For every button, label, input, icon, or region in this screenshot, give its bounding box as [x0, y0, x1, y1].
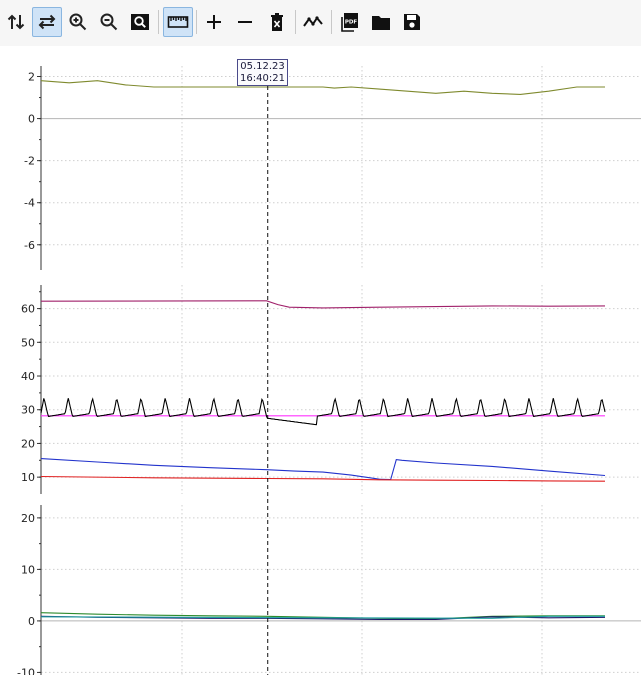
toolbar-separator [196, 10, 197, 34]
line-graph-icon [303, 16, 323, 27]
cursor-date: 05.12.23 [240, 61, 285, 72]
zoom-fit-button[interactable] [125, 7, 155, 37]
zoom-out-icon [100, 13, 118, 31]
toolbar-separator [295, 10, 296, 34]
y-tick-label: -4 [24, 197, 35, 210]
series-line-1-0 [40, 300, 606, 309]
y-tick-label: 30 [21, 404, 35, 417]
plus-icon [207, 15, 221, 29]
minus-icon [238, 21, 252, 23]
delete-icon [271, 13, 283, 31]
y-tick-label: -10 [17, 666, 35, 675]
chart-svg[interactable]: 20-2-4-660504030201020100-10 [0, 46, 641, 675]
toolbar: PDF [0, 0, 641, 46]
series-line-1-2 [40, 397, 606, 426]
plot-area[interactable]: 2 0 -2 -4 -6 60 50 40 30 20 10 20 10 0 -10 [0, 46, 641, 675]
y-tick-label: 40 [21, 370, 35, 383]
y-tick-label: -6 [24, 239, 35, 252]
folder-button[interactable] [366, 7, 396, 37]
vertical-arrows-icon [7, 14, 25, 30]
cursor-time: 16:40:21 [240, 73, 285, 84]
y-tick-label: 0 [28, 113, 35, 126]
y-tick-label: 20 [21, 512, 35, 525]
ruler-button[interactable] [163, 7, 193, 37]
y-tick-label: -2 [24, 155, 35, 168]
y-tick-label: 20 [21, 437, 35, 450]
toolbar-separator [158, 10, 159, 34]
vertical-arrows-button[interactable] [1, 7, 31, 37]
minus-button[interactable] [230, 7, 260, 37]
horizontal-arrows-button[interactable] [32, 7, 62, 37]
series-line-0-0 [40, 80, 605, 95]
pdf-button[interactable]: PDF [334, 7, 364, 37]
y-tick-label: 10 [21, 563, 35, 576]
zoom-in-button[interactable] [63, 7, 93, 37]
save-icon [404, 14, 420, 30]
toolbar-separator [331, 10, 332, 34]
folder-icon [372, 16, 390, 30]
delete-button[interactable] [262, 7, 292, 37]
line-graph-button[interactable] [298, 7, 328, 37]
y-tick-label: 0 [28, 615, 35, 628]
zoom-in-icon [69, 13, 87, 31]
save-button[interactable] [397, 7, 427, 37]
zoom-fit-icon [131, 14, 149, 30]
y-tick-label: 10 [21, 471, 35, 484]
zoom-out-button[interactable] [94, 7, 124, 37]
horizontal-arrows-icon [38, 14, 56, 30]
ruler-icon [167, 16, 189, 28]
y-tick-label: 60 [21, 303, 35, 316]
y-tick-label: 2 [28, 71, 35, 84]
series-line-1-3 [40, 458, 606, 481]
series-line-1-4 [40, 475, 606, 482]
pdf-icon-text: PDF [345, 20, 358, 26]
y-tick-label: 50 [21, 336, 35, 349]
pdf-icon: PDF [341, 13, 358, 32]
cursor-tooltip: 05.12.23 16:40:21 [237, 59, 288, 86]
plus-button[interactable] [199, 7, 229, 37]
